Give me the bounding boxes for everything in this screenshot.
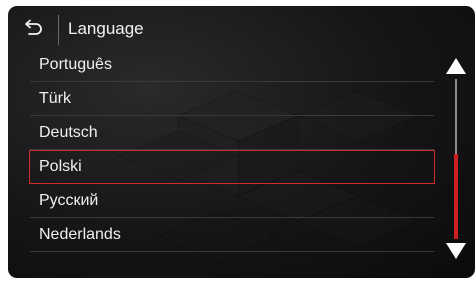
header-bar: Language xyxy=(8,6,475,52)
page-title: Language xyxy=(68,19,144,38)
language-label: Deutsch xyxy=(39,124,98,141)
triangle-down-icon[interactable] xyxy=(445,242,467,260)
language-label: Nederlands xyxy=(39,226,121,243)
language-item-portugues[interactable]: Português xyxy=(30,48,434,82)
language-item-turk[interactable]: Türk xyxy=(30,82,434,116)
language-item-russian[interactable]: Русский xyxy=(30,184,434,218)
header-divider xyxy=(58,15,59,45)
language-label: Türk xyxy=(39,90,71,107)
scrollbar-thumb[interactable] xyxy=(454,154,458,239)
language-label: Русский xyxy=(39,192,99,209)
language-item-deutsch[interactable]: Deutsch xyxy=(30,116,434,150)
language-label: Português xyxy=(39,56,112,73)
back-arrow-icon[interactable] xyxy=(22,19,44,39)
triangle-up-icon[interactable] xyxy=(445,57,467,75)
language-item-polski[interactable]: Polski xyxy=(29,150,435,184)
language-item-nederlands[interactable]: Nederlands xyxy=(30,218,434,252)
language-label: Polski xyxy=(39,158,82,175)
language-list: Português Türk Deutsch Polski Русский Ne… xyxy=(29,48,435,252)
language-screen: Language Português Türk Deutsch Polski Р… xyxy=(8,6,475,278)
